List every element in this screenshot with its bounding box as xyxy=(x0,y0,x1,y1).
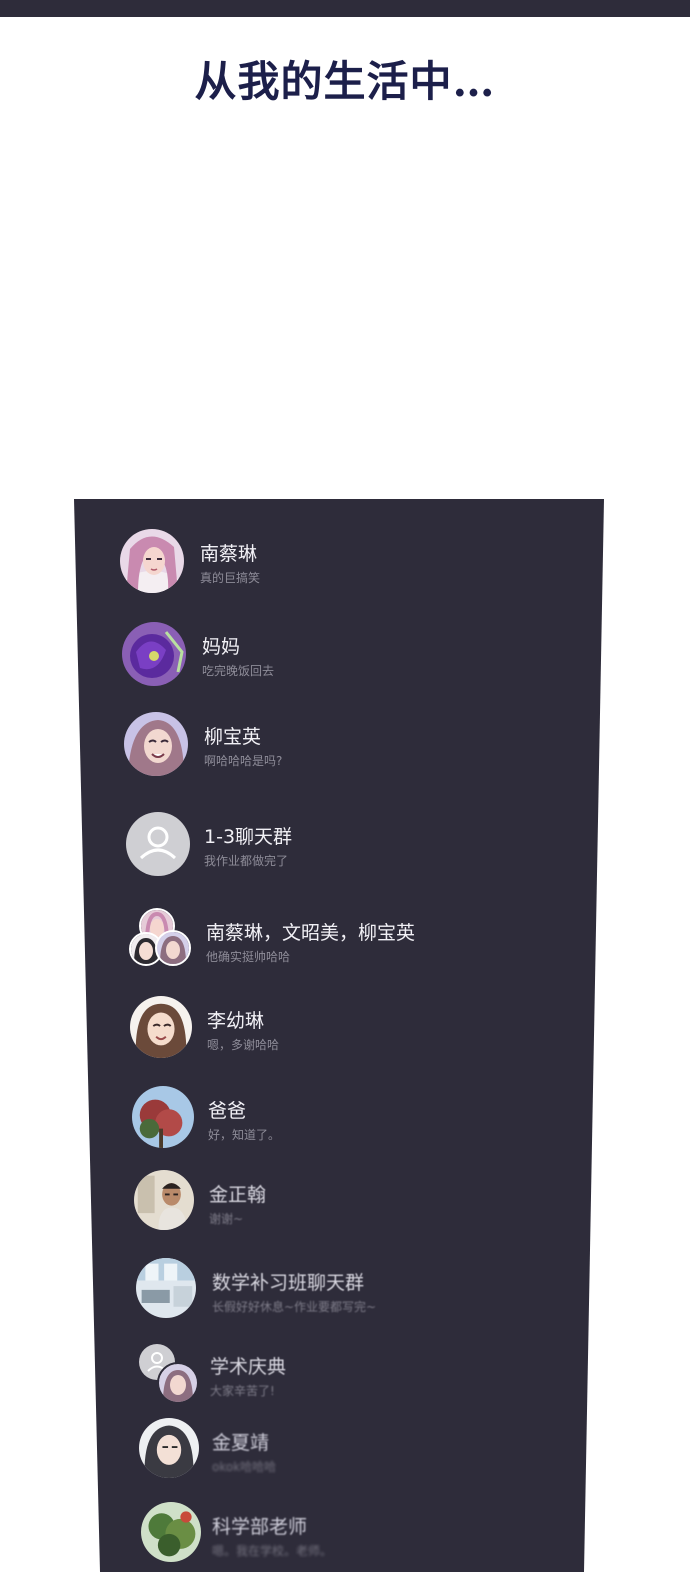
chat-item[interactable]: 金夏靖 okok哈哈哈 xyxy=(139,1418,579,1488)
green-plant-avatar xyxy=(141,1502,201,1562)
chat-item[interactable]: 数学补习班聊天群 长假好好休息~作业要都写完~ xyxy=(136,1258,576,1328)
chat-name: 爸爸 xyxy=(208,1100,247,1122)
red-tree-avatar xyxy=(132,1086,194,1148)
chat-preview: 真的巨搞笑 xyxy=(200,571,261,585)
chat-preview: 谢谢~ xyxy=(209,1212,244,1226)
chat-list-panel: 南蔡琳 真的巨搞笑 妈妈 吃完晚饭回去 柳宝英 啊哈哈哈是吗? 1-3聊天群 我… xyxy=(0,0,690,1572)
chat-preview: okok哈哈哈 xyxy=(212,1460,277,1474)
group-avatar xyxy=(137,1342,201,1404)
chat-preview: 大家辛苦了! xyxy=(210,1384,275,1398)
chat-item[interactable]: 1-3聊天群 我作业都做完了 xyxy=(126,812,566,882)
default-person-avatar xyxy=(126,812,190,876)
chat-item[interactable]: 爸爸 好，知道了。 xyxy=(132,1086,572,1156)
panel-background xyxy=(74,499,604,1572)
girl-brown-hair-avatar xyxy=(130,996,192,1058)
man-glasses-avatar xyxy=(134,1170,194,1230)
chat-item[interactable]: 南蔡琳 真的巨搞笑 xyxy=(120,529,560,599)
chat-item[interactable]: 金正翰 谢谢~ xyxy=(134,1170,574,1240)
chat-item[interactable]: 学术庆典 大家辛苦了! xyxy=(137,1342,577,1412)
member-avatar xyxy=(157,1362,199,1404)
chat-name: 南蔡琳，文昭美，柳宝英 xyxy=(206,922,416,944)
chat-preview: 啊哈哈哈是吗? xyxy=(204,754,283,768)
chat-name: 柳宝英 xyxy=(204,726,262,748)
chat-name: 妈妈 xyxy=(202,636,241,658)
chat-preview: 我作业都做完了 xyxy=(204,854,289,868)
chat-item[interactable]: 妈妈 吃完晚饭回去 xyxy=(122,622,562,692)
member-avatar xyxy=(155,930,191,966)
group-avatar xyxy=(129,908,193,972)
chat-item[interactable]: 柳宝英 啊哈哈哈是吗? xyxy=(124,712,564,782)
chat-item[interactable]: 科学部老师 嗯。我在学校。老师。 xyxy=(141,1502,581,1572)
chat-preview: 嗯。我在学校。老师。 xyxy=(212,1544,333,1558)
classroom-avatar xyxy=(136,1258,196,1318)
chat-preview: 长假好好休息~作业要都写完~ xyxy=(212,1300,377,1314)
chat-name: 金正翰 xyxy=(209,1184,267,1206)
chat-preview: 他确实挺帅哈哈 xyxy=(206,950,291,964)
chat-name: 数学补习班聊天群 xyxy=(212,1272,365,1294)
chat-name: 科学部老师 xyxy=(212,1516,308,1538)
girl-dark-hair-avatar xyxy=(139,1418,199,1478)
girl-pink-hair-avatar xyxy=(120,529,184,593)
chat-name: 金夏靖 xyxy=(212,1432,270,1454)
girl-smiling-avatar xyxy=(124,712,188,776)
chat-name: 1-3聊天群 xyxy=(204,826,293,848)
chat-name: 南蔡琳 xyxy=(200,543,258,565)
chat-name: 学术庆典 xyxy=(210,1356,287,1378)
purple-flower-avatar xyxy=(122,622,186,686)
chat-preview: 好，知道了。 xyxy=(208,1128,281,1142)
chat-preview: 嗯，多谢哈哈 xyxy=(207,1038,280,1052)
chat-item[interactable]: 李幼琳 嗯，多谢哈哈 xyxy=(130,996,570,1066)
chat-name: 李幼琳 xyxy=(207,1010,265,1032)
chat-preview: 吃完晚饭回去 xyxy=(202,664,275,678)
chat-item[interactable]: 南蔡琳，文昭美，柳宝英 他确实挺帅哈哈 xyxy=(129,908,569,978)
